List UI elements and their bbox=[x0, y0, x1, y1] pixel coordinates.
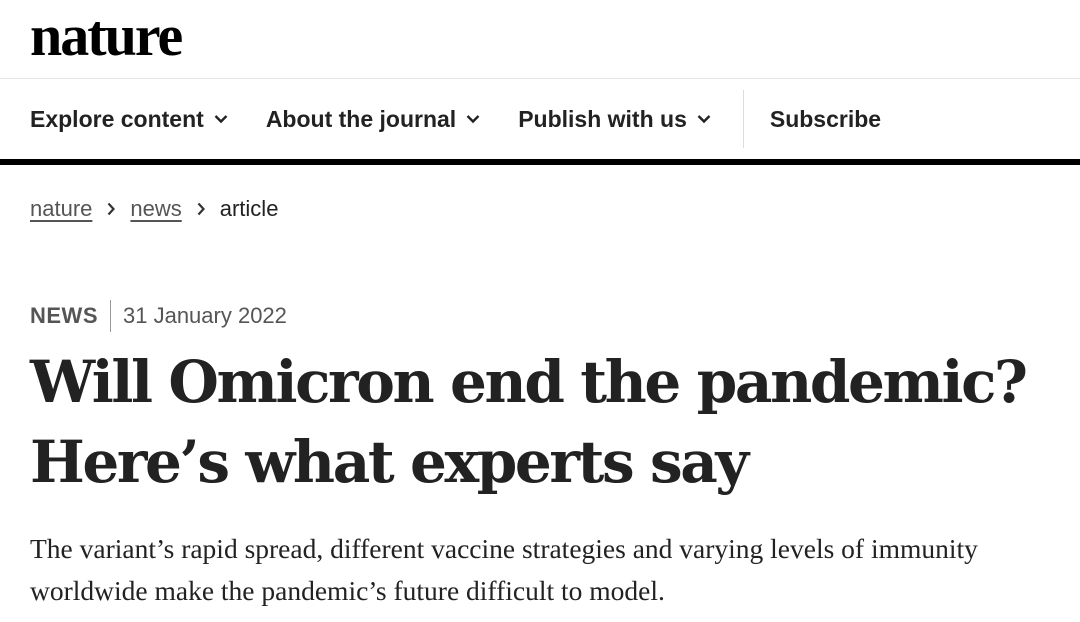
nav-about-journal[interactable]: About the journal bbox=[266, 106, 480, 133]
nav-explore-content[interactable]: Explore content bbox=[30, 106, 228, 133]
breadcrumb-article: article bbox=[219, 196, 279, 221]
main-nav: Explore content About the journal Publis… bbox=[0, 79, 1080, 165]
chevron-down-icon bbox=[214, 114, 228, 124]
chevron-down-icon bbox=[697, 114, 711, 124]
nature-logo[interactable]: nature bbox=[30, 2, 183, 69]
breadcrumb-news[interactable]: news bbox=[130, 196, 181, 222]
chevron-right-icon bbox=[106, 202, 116, 216]
subscribe-link[interactable]: Subscribe bbox=[770, 106, 881, 133]
nav-publish-with-us-label: Publish with us bbox=[518, 105, 687, 132]
site-header: nature bbox=[0, 0, 1080, 79]
nav-about-journal-label: About the journal bbox=[265, 105, 457, 132]
nav-publish-with-us[interactable]: Publish with us bbox=[518, 106, 711, 133]
article-standfirst: The variant’s rapid spread, different va… bbox=[30, 533, 978, 606]
publication-date: 31 January 2022 bbox=[123, 303, 287, 328]
nav-explore-content-label: Explore content bbox=[30, 105, 204, 132]
article-meta: NEWS 31 January 2022 bbox=[30, 300, 287, 332]
breadcrumb: nature news article bbox=[30, 196, 278, 222]
nav-divider bbox=[742, 90, 744, 148]
meta-divider bbox=[110, 300, 111, 332]
article-type-label: NEWS bbox=[30, 303, 98, 328]
breadcrumb-nature[interactable]: nature bbox=[30, 196, 92, 222]
chevron-right-icon bbox=[196, 202, 206, 216]
chevron-down-icon bbox=[466, 114, 480, 124]
article-title: Will Omicron end the pandemic? Here’s wh… bbox=[30, 348, 1028, 496]
